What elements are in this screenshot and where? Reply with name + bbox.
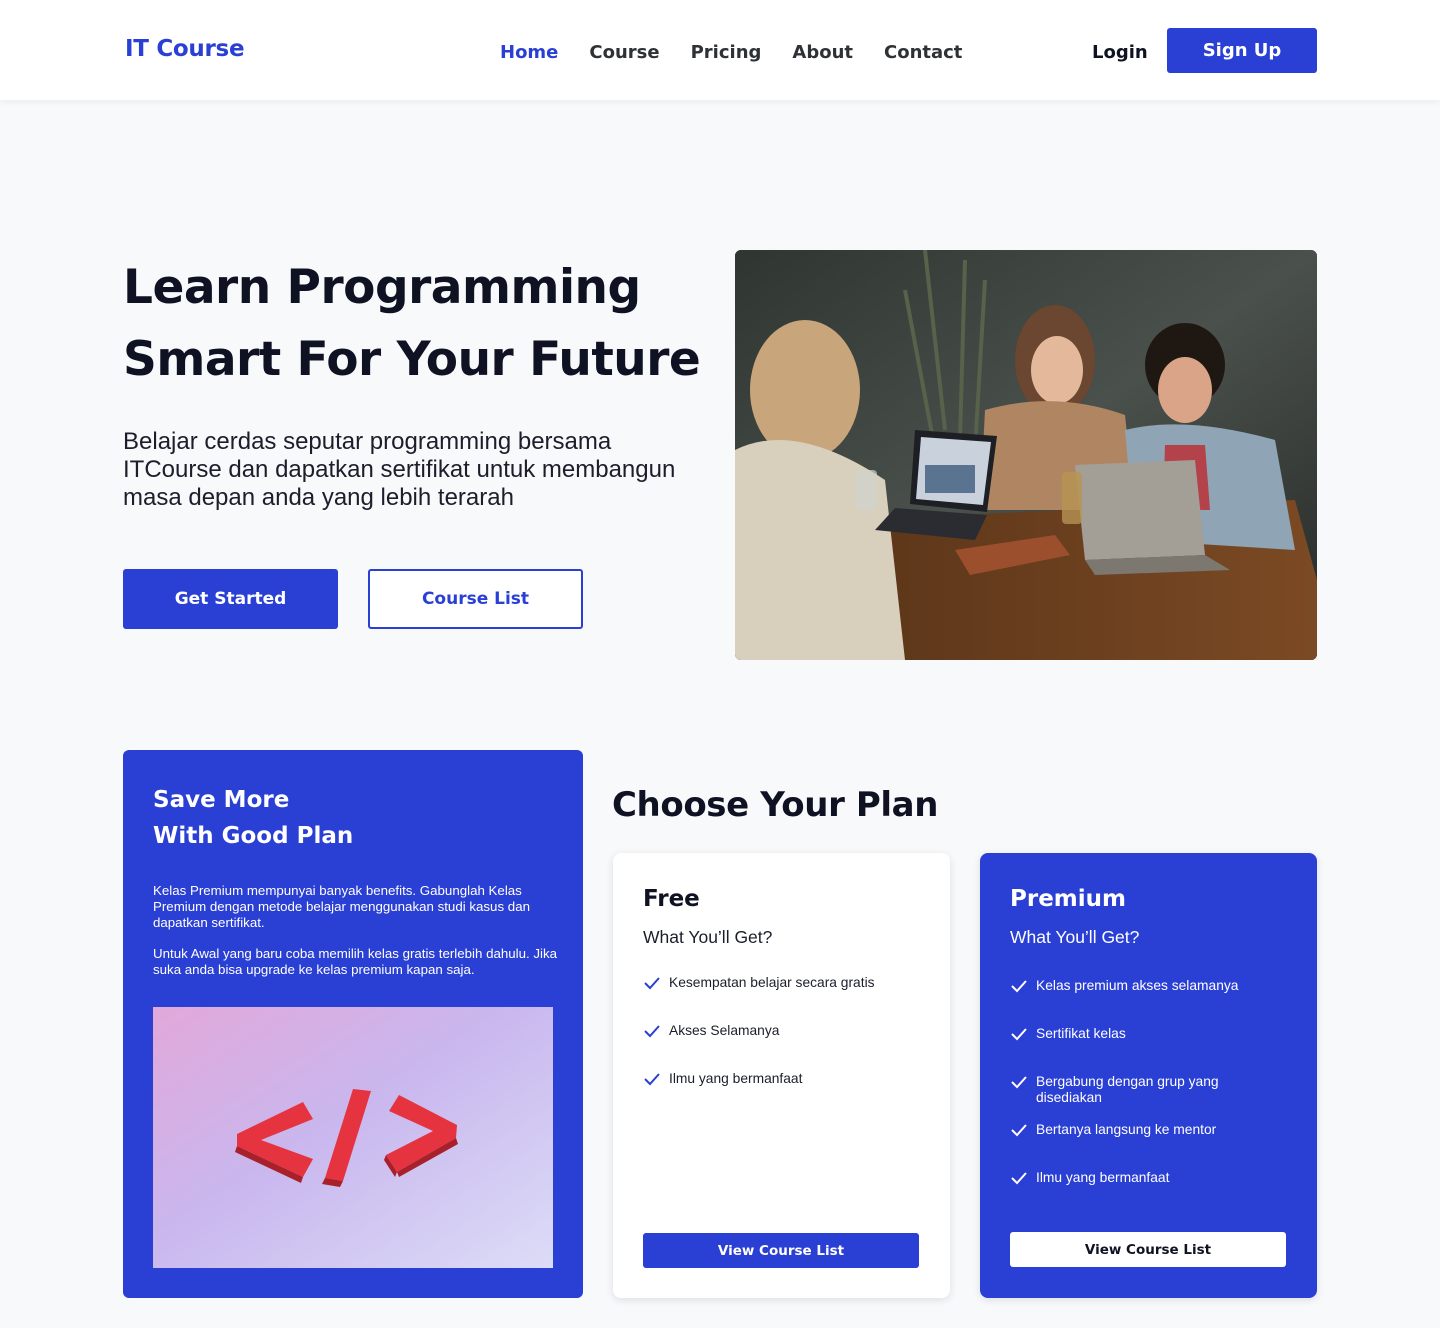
feature-item: Kesempatan belajar secara gratis bbox=[643, 975, 933, 991]
main-nav: Home Course Pricing About Contact bbox=[500, 42, 993, 63]
nav-link-pricing[interactable]: Pricing bbox=[691, 42, 762, 63]
save-more-title: Save More With Good Plan bbox=[153, 782, 353, 854]
login-link[interactable]: Login bbox=[1092, 42, 1148, 63]
get-started-button[interactable]: Get Started bbox=[123, 569, 338, 629]
check-icon bbox=[1011, 1172, 1027, 1185]
feature-item: Ilmu yang bermanfaat bbox=[1010, 1170, 1300, 1186]
code-brackets-illustration bbox=[153, 1007, 553, 1268]
premium-view-course-list-button[interactable]: View Course List bbox=[1010, 1232, 1286, 1267]
premium-plan-card: Premium What You’ll Get? Kelas premium a… bbox=[980, 853, 1317, 1298]
nav-link-contact[interactable]: Contact bbox=[884, 42, 962, 63]
hero-photo bbox=[735, 250, 1317, 660]
check-icon bbox=[1011, 1124, 1027, 1137]
nav-link-home[interactable]: Home bbox=[500, 42, 558, 63]
feature-label: Bergabung dengan grup yang disediakan bbox=[1036, 1074, 1219, 1105]
plan-name: Free bbox=[643, 886, 700, 912]
plan-name: Premium bbox=[1010, 886, 1126, 912]
feature-item: Ilmu yang bermanfaat bbox=[643, 1071, 933, 1087]
plan-subtitle: What You’ll Get? bbox=[643, 927, 773, 947]
feature-item: Bergabung dengan grup yang disediakan bbox=[1010, 1074, 1300, 1106]
choose-plan-heading: Choose Your Plan bbox=[612, 785, 938, 825]
signup-button[interactable]: Sign Up bbox=[1167, 28, 1317, 73]
feature-label: Sertifikat kelas bbox=[1036, 1026, 1126, 1041]
feature-label: Kelas premium akses selamanya bbox=[1036, 978, 1239, 993]
hero-title-line2: Smart For Your Future bbox=[123, 332, 701, 387]
people-studying-photo-illustration bbox=[735, 250, 1317, 660]
feature-item: Kelas premium akses selamanya bbox=[1010, 978, 1300, 994]
check-icon bbox=[1011, 1076, 1027, 1089]
feature-item: Akses Selamanya bbox=[643, 1023, 933, 1039]
feature-label: Akses Selamanya bbox=[669, 1023, 780, 1038]
feature-label: Ilmu yang bermanfaat bbox=[669, 1071, 803, 1086]
plan-subtitle: What You’ll Get? bbox=[1010, 927, 1140, 947]
course-list-button[interactable]: Course List bbox=[368, 569, 583, 629]
hero-title: Learn Programming Smart For Your Future bbox=[123, 252, 703, 396]
check-icon bbox=[1011, 980, 1027, 993]
save-title-line2: With Good Plan bbox=[153, 823, 354, 849]
feature-label: Ilmu yang bermanfaat bbox=[1036, 1170, 1170, 1185]
navbar: IT Course Home Course Pricing About Cont… bbox=[0, 0, 1440, 100]
save-more-description: Kelas Premium mempunyai banyak benefits.… bbox=[153, 883, 563, 993]
code-tag-image bbox=[153, 1007, 553, 1268]
free-plan-card: Free What You’ll Get? Kesempatan belajar… bbox=[613, 853, 950, 1298]
check-icon bbox=[1011, 1028, 1027, 1041]
free-view-course-list-button[interactable]: View Course List bbox=[643, 1233, 919, 1268]
hero-title-line1: Learn Programming bbox=[123, 260, 641, 315]
hero-subtitle: Belajar cerdas seputar programming bersa… bbox=[123, 428, 676, 511]
nav-link-course[interactable]: Course bbox=[589, 42, 659, 63]
check-icon bbox=[644, 977, 660, 990]
feature-label: Bertanya langsung ke mentor bbox=[1036, 1122, 1217, 1137]
save-title-line1: Save More bbox=[153, 787, 290, 813]
nav-link-about[interactable]: About bbox=[792, 42, 853, 63]
feature-label: Kesempatan belajar secara gratis bbox=[669, 975, 875, 990]
feature-item: Bertanya langsung ke mentor bbox=[1010, 1122, 1300, 1138]
site-logo[interactable]: IT Course bbox=[125, 36, 245, 62]
check-icon bbox=[644, 1025, 660, 1038]
check-icon bbox=[644, 1073, 660, 1086]
save-more-card: Save More With Good Plan Kelas Premium m… bbox=[123, 750, 583, 1298]
feature-item: Sertifikat kelas bbox=[1010, 1026, 1300, 1042]
save-paragraph-1: Kelas Premium mempunyai banyak benefits.… bbox=[153, 883, 530, 930]
save-paragraph-2: Untuk Awal yang baru coba memilih kelas … bbox=[153, 946, 558, 977]
